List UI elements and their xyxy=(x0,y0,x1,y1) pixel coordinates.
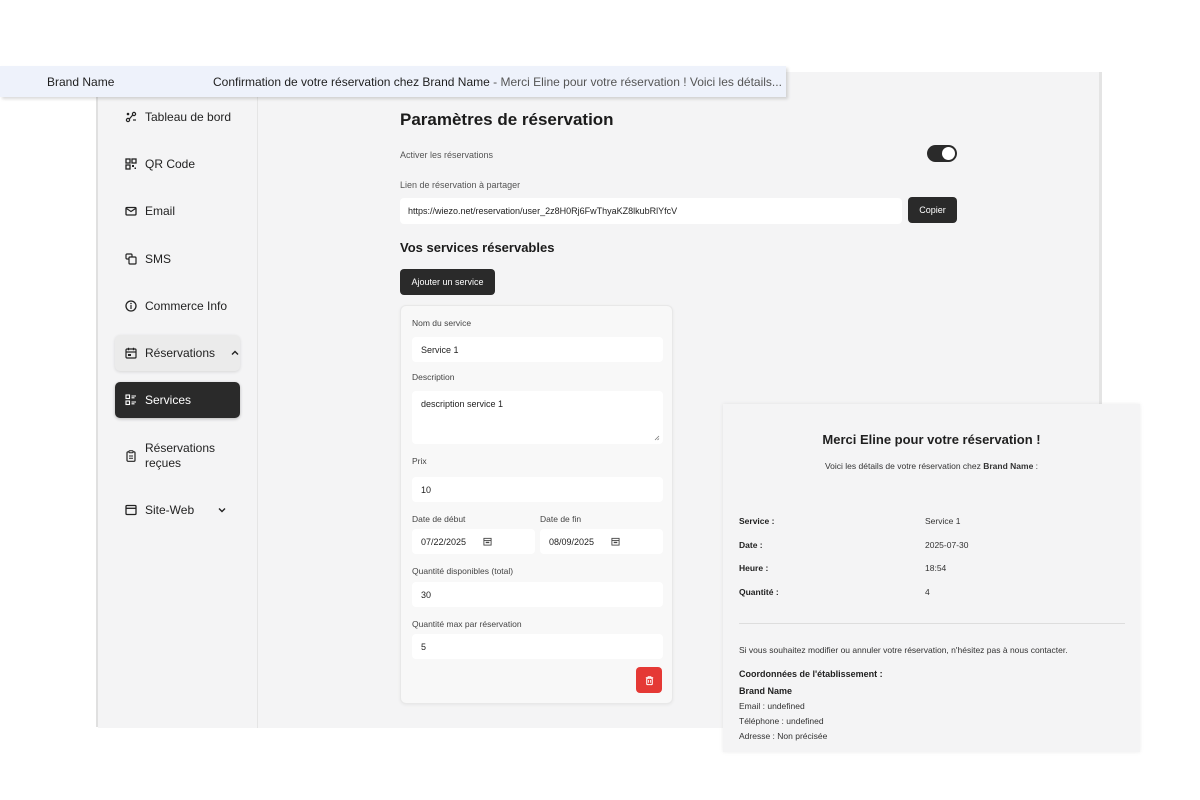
banner-subject: Confirmation de votre réservation chez B… xyxy=(213,74,490,89)
detail-key-service: Service : xyxy=(739,516,775,526)
info-icon xyxy=(125,300,137,312)
mail-icon xyxy=(125,206,137,216)
banner-subject-line: Confirmation de votre réservation chez B… xyxy=(213,75,782,89)
sidebar: Tableau de bord QR Code Email SMS Commer… xyxy=(98,72,258,728)
price-input[interactable]: 10 xyxy=(412,477,663,502)
resize-handle-icon[interactable] xyxy=(654,435,660,441)
sidebar-item-services[interactable]: Services xyxy=(115,382,240,418)
sidebar-item-commerce-info[interactable]: Commerce Info xyxy=(115,288,240,324)
enable-reservations-label: Activer les réservations xyxy=(400,150,494,160)
service-name-label: Nom du service xyxy=(412,318,472,328)
start-date-label: Date de début xyxy=(412,514,466,524)
email-coords-title: Coordonnées de l'établissement : xyxy=(739,669,883,679)
start-date-value: 07/22/2025 xyxy=(421,536,467,547)
share-link-field[interactable]: https://wiezo.net/reservation/user_2z8H0… xyxy=(400,198,902,224)
sidebar-item-dashboard[interactable]: Tableau de bord xyxy=(115,99,240,135)
chevron-up-icon xyxy=(231,350,239,355)
add-service-button[interactable]: Ajouter un service xyxy=(400,269,495,295)
description-label: Description xyxy=(412,372,455,382)
sidebar-item-sms[interactable]: SMS xyxy=(115,241,240,277)
detail-key-date: Date : xyxy=(739,540,763,550)
sidebar-item-label: Site-Web xyxy=(145,503,195,517)
qty-total-input[interactable]: 30 xyxy=(412,582,663,607)
service-card: Nom du service Service 1 Description des… xyxy=(400,305,673,704)
services-icon xyxy=(125,394,136,406)
qty-max-input[interactable]: 5 xyxy=(412,634,663,659)
sidebar-item-site-web[interactable]: Site-Web xyxy=(115,492,240,528)
sidebar-item-label: Tableau de bord xyxy=(145,110,232,124)
trash-icon xyxy=(645,675,653,685)
email-brand: Brand Name xyxy=(739,686,793,696)
end-date-label: Date de fin xyxy=(540,514,582,524)
banner-preview: - Merci Eline pour votre réservation ! V… xyxy=(489,74,782,89)
browser-icon xyxy=(125,504,137,516)
email-divider xyxy=(739,623,1125,624)
email-preview-card: Merci Eline pour votre réservation ! Voi… xyxy=(723,404,1140,752)
description-text: description service 1 xyxy=(421,399,504,409)
email-email-line: Email : undefined xyxy=(739,701,805,711)
qr-code-icon xyxy=(125,158,137,170)
sidebar-item-label: Réservations xyxy=(145,346,216,360)
sidebar-item-label: Services xyxy=(145,393,192,407)
sidebar-item-label: Email xyxy=(145,204,176,218)
start-date-input[interactable]: 07/22/2025 xyxy=(412,529,535,554)
share-link-label: Lien de réservation à partager xyxy=(400,180,521,190)
detail-value-quantity: 4 xyxy=(925,587,930,597)
sidebar-item-label: Réservations reçues xyxy=(145,441,216,470)
email-address-line: Adresse : Non précisée xyxy=(739,731,828,741)
chevron-down-icon xyxy=(218,508,226,513)
end-date-input[interactable]: 08/09/2025 xyxy=(540,529,663,554)
end-date-value: 08/09/2025 xyxy=(549,536,595,547)
detail-value-service: Service 1 xyxy=(925,516,961,526)
email-subheading: Voici les détails de votre réservation c… xyxy=(723,461,1140,471)
qty-max-label: Quantité max par réservation xyxy=(412,619,522,629)
clipboard-icon xyxy=(126,450,136,462)
calendar-picker-icon[interactable] xyxy=(483,537,492,546)
sidebar-item-label: QR Code xyxy=(145,157,196,171)
calendar-picker-icon[interactable] xyxy=(611,537,620,546)
calendar-icon xyxy=(125,347,137,359)
description-textarea[interactable]: description service 1 xyxy=(412,391,663,444)
qty-total-label: Quantité disponibles (total) xyxy=(412,566,514,576)
email-sub-suffix: : xyxy=(1033,461,1039,471)
delete-service-button[interactable] xyxy=(636,667,662,693)
sidebar-item-qr-code[interactable]: QR Code xyxy=(115,146,240,182)
banner-sender: Brand Name xyxy=(47,74,115,89)
sidebar-item-email[interactable]: Email xyxy=(115,193,240,229)
detail-value-date: 2025-07-30 xyxy=(925,540,969,550)
email-contact-note: Si vous souhaitez modifier ou annuler vo… xyxy=(739,645,1068,655)
detail-key-quantity: Quantité : xyxy=(739,587,779,597)
sidebar-item-reservations-recues[interactable]: Réservations reçues xyxy=(115,436,240,476)
copy-button[interactable]: Copier xyxy=(908,197,957,223)
sidebar-item-label: Commerce Info xyxy=(145,299,228,313)
detail-value-time: 18:54 xyxy=(925,563,947,573)
email-heading: Merci Eline pour votre réservation ! xyxy=(822,432,1041,447)
sms-icon xyxy=(125,253,137,265)
page-title: Paramètres de réservation xyxy=(400,110,614,129)
enable-reservations-toggle[interactable] xyxy=(927,145,957,162)
dashboard-icon xyxy=(125,111,137,123)
price-label: Prix xyxy=(412,456,427,466)
email-sub-prefix: Voici les détails de votre réservation c… xyxy=(824,461,984,471)
email-sub-brand: Brand Name xyxy=(983,461,1034,471)
detail-key-time: Heure : xyxy=(739,563,769,573)
sidebar-item-label: SMS xyxy=(145,252,172,266)
sidebar-item-reservations[interactable]: Réservations xyxy=(115,335,240,371)
email-phone-line: Téléphone : undefined xyxy=(739,716,824,726)
email-notification-banner[interactable]: Brand Name Confirmation de votre réserva… xyxy=(0,66,786,97)
service-name-input[interactable]: Service 1 xyxy=(412,337,663,362)
services-section-title: Vos services réservables xyxy=(400,240,555,255)
